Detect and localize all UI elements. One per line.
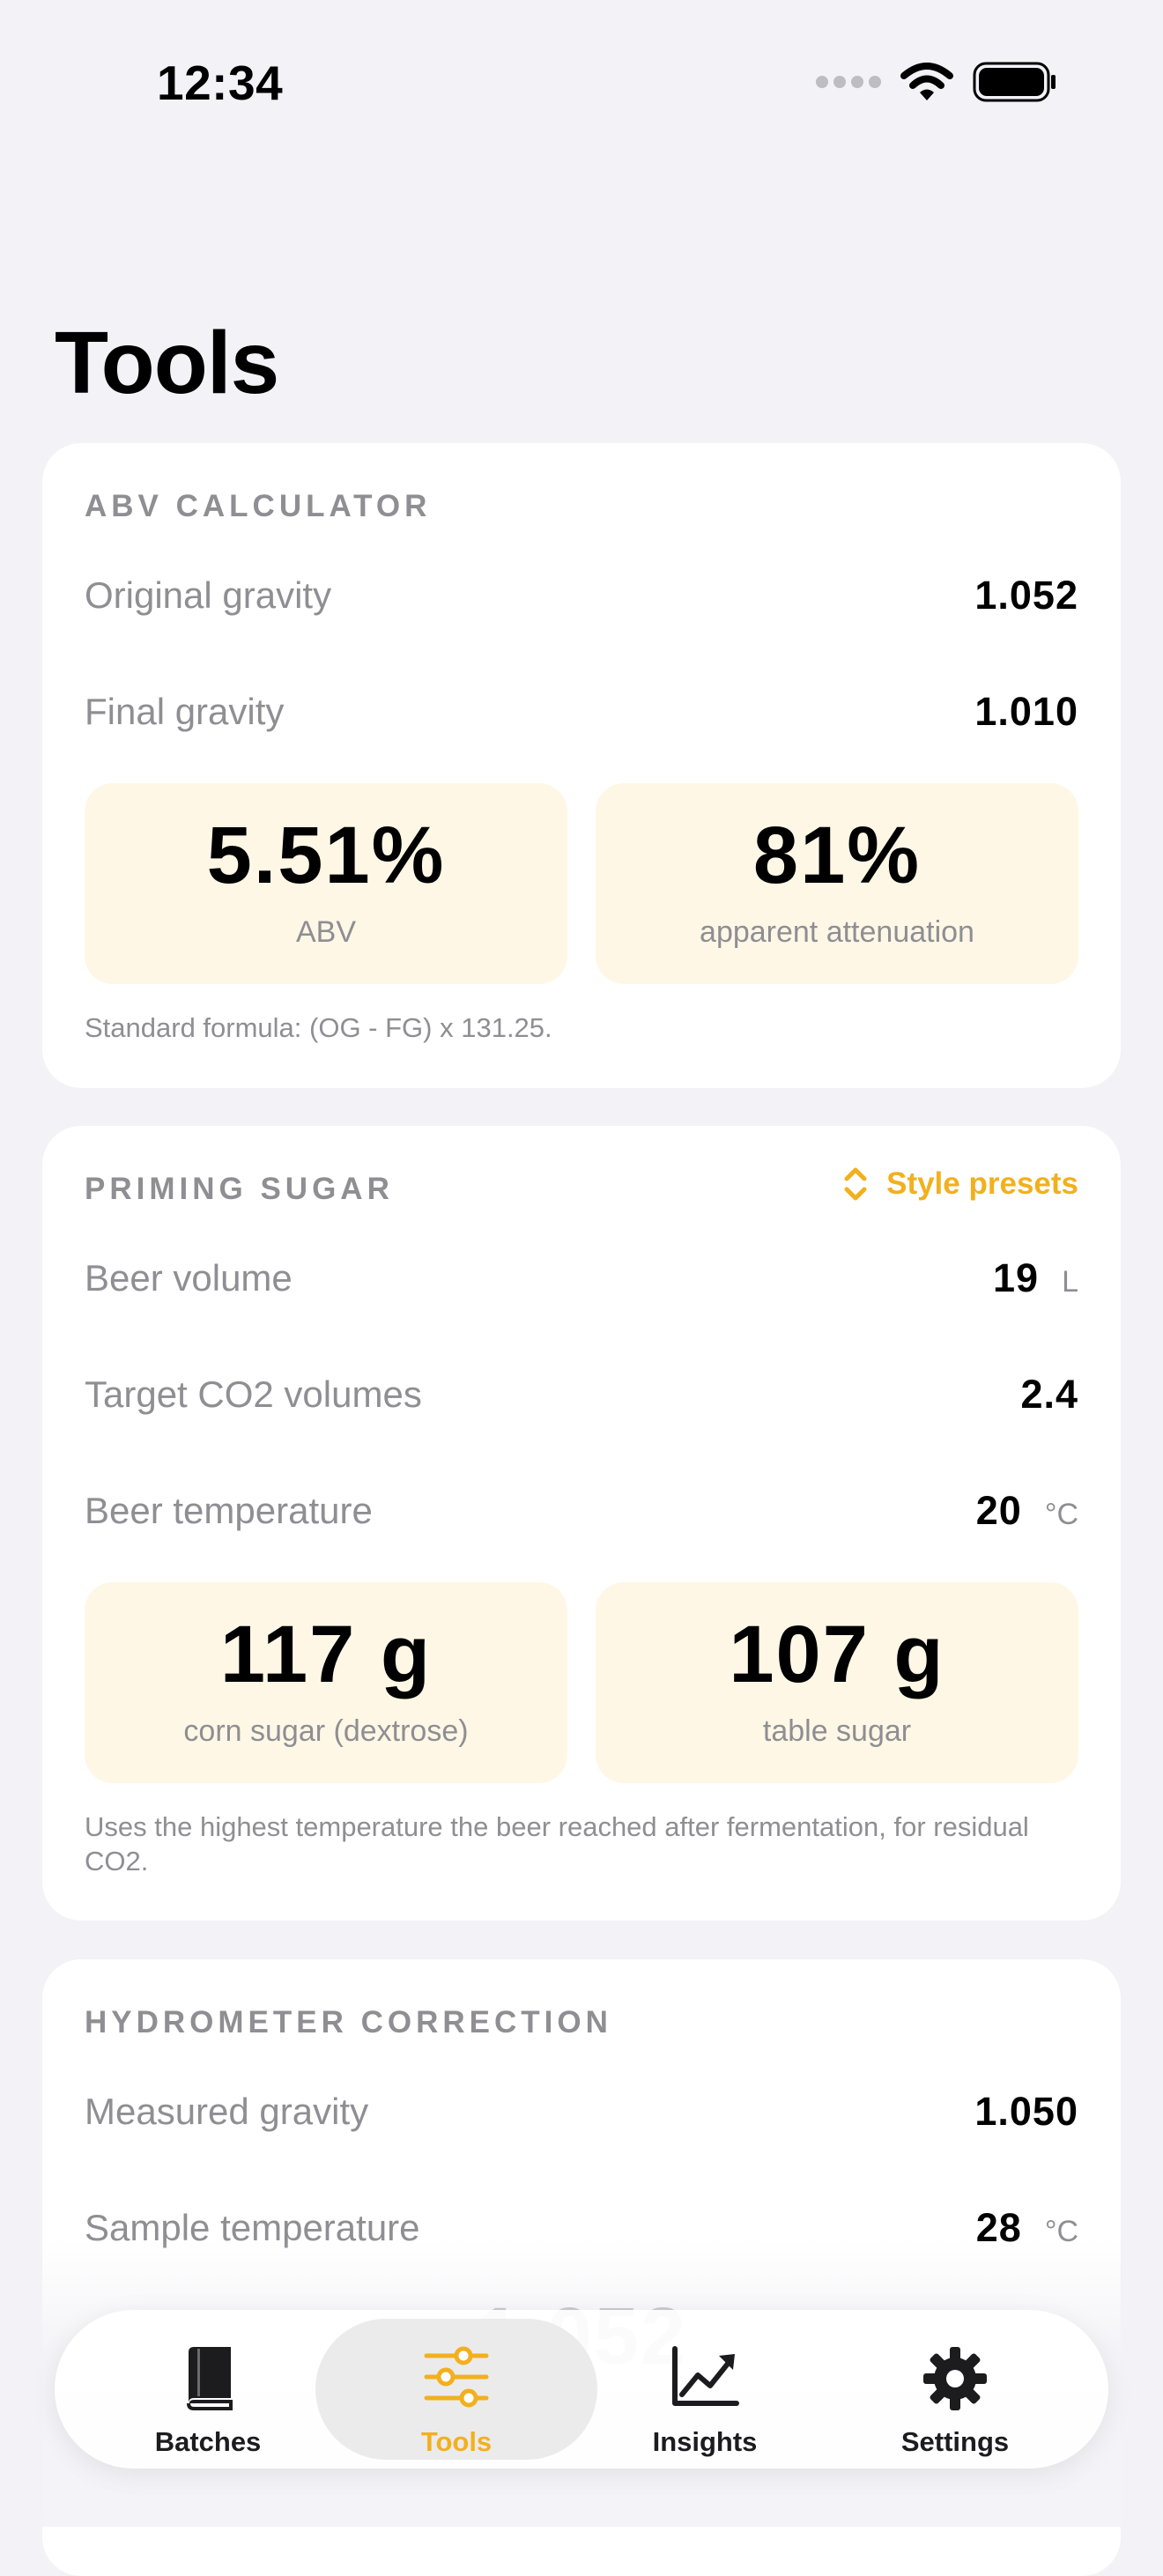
beer-temperature-unit: °C (1044, 1498, 1078, 1531)
measured-gravity-row[interactable]: Measured gravity 1.050 (85, 2081, 1078, 2143)
abv-result-label: ABV (295, 915, 357, 949)
priming-note: Uses the highest temperature the beer re… (85, 1811, 1029, 1876)
table-sugar-label: table sugar (762, 1714, 912, 1748)
final-gravity-value[interactable]: 1.010 (974, 689, 1078, 735)
priming-sugar-card: PRIMING SUGAR Style presets Beer volume … (42, 1126, 1121, 1921)
tab-batches-label: Batches (154, 2426, 262, 2457)
beer-volume-row[interactable]: Beer volume 19 L (85, 1247, 1078, 1309)
abv-formula-note: Standard formula: (OG - FG) x 131.25. (85, 1012, 552, 1043)
tab-batches[interactable]: Batches (67, 2319, 349, 2460)
beer-volume-number: 19 (993, 1255, 1040, 1300)
abv-result-value: 5.51% (206, 811, 446, 900)
target-co2-label: Target CO2 volumes (85, 1373, 422, 1415)
attenuation-result-value: 81% (752, 811, 922, 900)
original-gravity-value[interactable]: 1.052 (974, 573, 1078, 618)
table-sugar-value: 107 g (729, 1610, 945, 1699)
hydro-section-header: HYDROMETER CORRECTION (85, 2005, 612, 2039)
cellular-signal-icon (816, 76, 881, 88)
abv-result: 5.51% ABV (85, 783, 567, 984)
beer-temperature-label: Beer temperature (85, 1490, 373, 1531)
gear-icon (923, 2347, 987, 2410)
tab-tools-label: Tools (420, 2426, 493, 2457)
beer-volume-value[interactable]: 19 L (993, 1255, 1078, 1301)
chart-line-icon (672, 2346, 739, 2406)
tab-tools[interactable]: Tools (315, 2319, 597, 2460)
chevron-up-down-icon (844, 1167, 867, 1201)
corn-sugar-value: 117 g (219, 1610, 433, 1699)
abv-section-header: ABV CALCULATOR (85, 489, 432, 523)
abv-calculator-card: ABV CALCULATOR Original gravity 1.052 Fi… (42, 443, 1121, 1088)
attenuation-result-label: apparent attenuation (700, 915, 974, 949)
style-presets-label: Style presets (886, 1166, 1078, 1201)
beer-temperature-row[interactable]: Beer temperature 20 °C (85, 1480, 1078, 1542)
measured-gravity-value[interactable]: 1.050 (974, 2089, 1078, 2135)
book-icon (187, 2347, 233, 2410)
tab-settings-label: Settings (900, 2426, 1010, 2457)
beer-temperature-number: 20 (975, 1488, 1022, 1533)
final-gravity-row[interactable]: Final gravity 1.010 (85, 681, 1078, 743)
page-title: Tools (55, 314, 279, 412)
corn-sugar-label: corn sugar (dextrose) (183, 1714, 469, 1748)
priming-section-header: PRIMING SUGAR (85, 1172, 394, 1206)
sliders-icon (424, 2346, 489, 2408)
battery-icon (973, 62, 1056, 102)
wifi-icon (900, 63, 953, 100)
target-co2-value[interactable]: 2.4 (1020, 1372, 1078, 1418)
attenuation-result: 81% apparent attenuation (596, 783, 1078, 984)
original-gravity-row[interactable]: Original gravity 1.052 (85, 565, 1078, 626)
status-bar: 12:34 (0, 0, 1163, 167)
tab-insights[interactable]: Insights (564, 2319, 846, 2460)
measured-gravity-label: Measured gravity (85, 2091, 369, 2132)
target-co2-row[interactable]: Target CO2 volumes 2.4 (85, 1364, 1078, 1425)
table-sugar-result: 107 g table sugar (596, 1582, 1078, 1783)
beer-volume-label: Beer volume (85, 1257, 293, 1299)
final-gravity-label: Final gravity (85, 691, 285, 732)
style-presets-button[interactable]: Style presets (842, 1165, 1078, 1203)
tab-settings[interactable]: Settings (814, 2319, 1096, 2460)
tab-insights-label: Insights (652, 2426, 758, 2457)
corn-sugar-result: 117 g corn sugar (dextrose) (85, 1582, 567, 1783)
beer-temperature-value[interactable]: 20 °C (976, 1488, 1078, 1534)
beer-volume-unit: L (1062, 1265, 1078, 1299)
status-icons (816, 62, 1057, 102)
status-time: 12:34 (157, 56, 284, 110)
tab-bar: Batches Tools Insights Settings (55, 2310, 1108, 2469)
original-gravity-label: Original gravity (85, 574, 332, 616)
